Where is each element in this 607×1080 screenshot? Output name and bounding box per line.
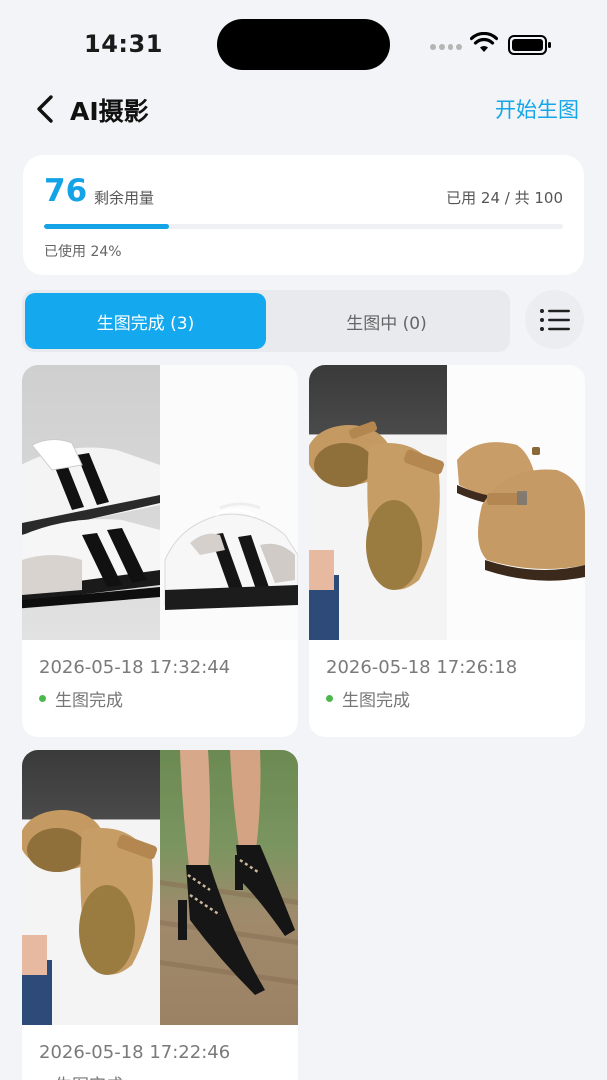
battery-icon	[508, 35, 551, 55]
start-generate-button[interactable]: 开始生图	[495, 94, 579, 124]
generated-photo	[447, 365, 585, 640]
source-photo	[22, 365, 160, 640]
status-tabs: 生图完成 (3) 生图中 (0)	[22, 290, 510, 352]
usage-percent: 已使用 24%	[44, 244, 122, 260]
nav-header: AI摄影 开始生图	[0, 88, 607, 130]
remaining-count: 76	[44, 173, 88, 209]
status-bar: 14:31	[0, 0, 607, 88]
status-dot	[326, 695, 333, 702]
usage-summary: 已用 24 / 共 100	[446, 189, 563, 207]
back-button[interactable]	[28, 90, 62, 128]
result-thumbnail[interactable]	[309, 365, 585, 640]
result-thumbnail[interactable]	[22, 365, 298, 640]
tab-in-progress[interactable]: 生图中 (0)	[266, 293, 507, 349]
cellular-signal-icon	[430, 44, 462, 52]
result-status: 生图完成	[326, 686, 410, 711]
status-label: 生图完成	[55, 1071, 123, 1080]
dynamic-island	[217, 19, 390, 70]
result-status: 生图完成	[39, 686, 123, 711]
source-photo	[22, 750, 160, 1025]
result-thumbnail[interactable]	[22, 750, 298, 1025]
list-view-button[interactable]	[525, 290, 584, 349]
status-dot	[39, 695, 46, 702]
generated-photo	[160, 750, 298, 1025]
status-label: 生图完成	[342, 691, 410, 711]
result-card[interactable]: 2026-05-18 17:26:18 生图完成	[309, 365, 585, 737]
wifi-icon	[470, 32, 498, 52]
remaining-label: 剩余用量	[94, 189, 155, 207]
generated-photo	[160, 365, 298, 640]
list-icon	[539, 308, 570, 331]
page-title: AI摄影	[70, 97, 149, 126]
chevron-left-icon	[37, 95, 53, 123]
result-status: 生图完成	[39, 1071, 123, 1080]
result-card[interactable]: 2026-05-18 17:22:46 生图完成	[22, 750, 298, 1080]
result-date: 2026-05-18 17:32:44	[39, 657, 231, 678]
result-date: 2026-05-18 17:22:46	[39, 1042, 231, 1063]
result-date: 2026-05-18 17:26:18	[326, 657, 518, 678]
source-photo	[309, 365, 447, 640]
screen: 14:31 AI摄影 开始生图 76 剩余用量 已用 24 / 共 100 已使…	[0, 0, 607, 1080]
usage-progress-bar	[44, 224, 563, 229]
usage-progress-fill	[44, 224, 169, 229]
result-card[interactable]: 2026-05-18 17:32:44 生图完成	[22, 365, 298, 737]
tab-completed[interactable]: 生图完成 (3)	[25, 293, 266, 349]
status-label: 生图完成	[55, 691, 123, 711]
status-time: 14:31	[84, 30, 163, 58]
quota-card: 76 剩余用量 已用 24 / 共 100 已使用 24%	[23, 155, 584, 275]
